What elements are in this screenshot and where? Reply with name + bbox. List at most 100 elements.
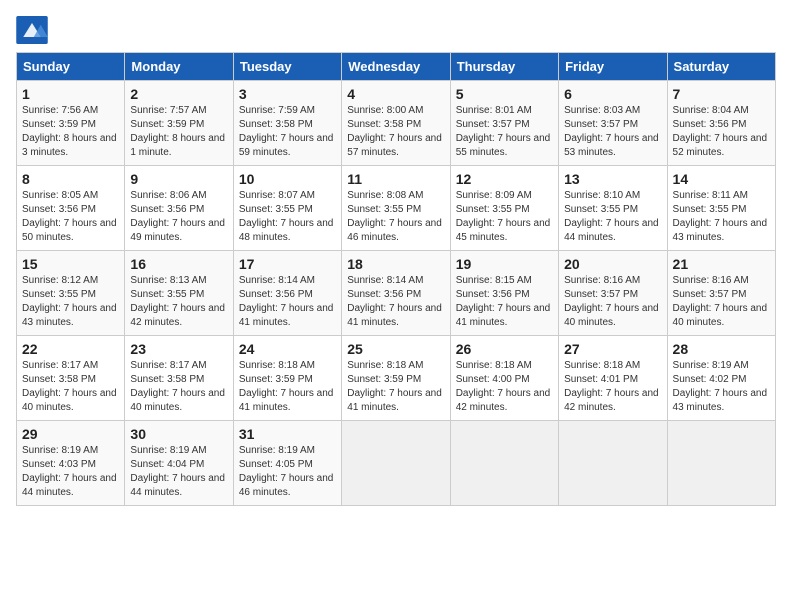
calendar-day-cell: 17 Sunrise: 8:14 AM Sunset: 3:56 PM Dayli… <box>233 251 341 336</box>
calendar-week-row: 15 Sunrise: 8:12 AM Sunset: 3:55 PM Dayli… <box>17 251 776 336</box>
calendar-header-row: SundayMondayTuesdayWednesdayThursdayFrid… <box>17 53 776 81</box>
day-number: 11 <box>347 171 444 187</box>
day-number: 8 <box>22 171 119 187</box>
day-of-week-header: Saturday <box>667 53 775 81</box>
calendar-day-cell: 14Sunrise: 8:11 AM Sunset: 3:55 PM Dayli… <box>667 166 775 251</box>
calendar-day-cell: 12 Sunrise: 8:09 AM Sunset: 3:55 PM Dayli… <box>450 166 558 251</box>
day-number: 18 <box>347 256 444 272</box>
calendar-day-cell <box>559 421 667 506</box>
calendar-day-cell: 3 Sunrise: 7:59 AM Sunset: 3:58 PM Daylig… <box>233 81 341 166</box>
calendar-day-cell: 7 Sunrise: 8:04 AM Sunset: 3:56 PM Daylig… <box>667 81 775 166</box>
calendar-day-cell: 19 Sunrise: 8:15 AM Sunset: 3:56 PM Dayli… <box>450 251 558 336</box>
day-info: Sunrise: 8:17 AM Sunset: 3:58 PM Dayligh… <box>22 359 119 415</box>
day-info: Sunrise: 8:10 AM Sunset: 3:55 PM Dayligh… <box>564 189 661 245</box>
day-info: Sunrise: 8:05 AM Sunset: 3:56 PM Dayligh… <box>22 189 119 245</box>
day-number: 26 <box>456 341 553 357</box>
calendar-day-cell: 5 Sunrise: 8:01 AM Sunset: 3:57 PM Daylig… <box>450 81 558 166</box>
page-header <box>16 16 776 44</box>
calendar-day-cell <box>342 421 450 506</box>
day-number: 10 <box>239 171 336 187</box>
day-number: 22 <box>22 341 119 357</box>
day-number: 29 <box>22 426 119 442</box>
day-info: Sunrise: 8:18 AM Sunset: 3:59 PM Dayligh… <box>347 359 444 415</box>
calendar-day-cell: 27 Sunrise: 8:18 AM Sunset: 4:01 PM Dayli… <box>559 336 667 421</box>
day-info: Sunrise: 8:06 AM Sunset: 3:56 PM Dayligh… <box>130 189 227 245</box>
day-number: 16 <box>130 256 227 272</box>
day-number: 6 <box>564 86 661 102</box>
calendar-day-cell: 13 Sunrise: 8:10 AM Sunset: 3:55 PM Dayli… <box>559 166 667 251</box>
day-of-week-header: Wednesday <box>342 53 450 81</box>
day-info: Sunrise: 8:13 AM Sunset: 3:55 PM Dayligh… <box>130 274 227 330</box>
day-info: Sunrise: 8:18 AM Sunset: 4:01 PM Dayligh… <box>564 359 661 415</box>
day-number: 3 <box>239 86 336 102</box>
day-number: 27 <box>564 341 661 357</box>
calendar-day-cell <box>667 421 775 506</box>
day-number: 5 <box>456 86 553 102</box>
calendar-day-cell: 1 Sunrise: 7:56 AM Sunset: 3:59 PM Daylig… <box>17 81 125 166</box>
day-info: Sunrise: 8:00 AM Sunset: 3:58 PM Dayligh… <box>347 104 444 160</box>
day-number: 15 <box>22 256 119 272</box>
calendar-week-row: 1 Sunrise: 7:56 AM Sunset: 3:59 PM Daylig… <box>17 81 776 166</box>
day-number: 9 <box>130 171 227 187</box>
day-of-week-header: Friday <box>559 53 667 81</box>
day-info: Sunrise: 8:19 AM Sunset: 4:02 PM Dayligh… <box>673 359 770 415</box>
calendar-body: 1 Sunrise: 7:56 AM Sunset: 3:59 PM Daylig… <box>17 81 776 506</box>
day-info: Sunrise: 8:09 AM Sunset: 3:55 PM Dayligh… <box>456 189 553 245</box>
day-info: Sunrise: 8:04 AM Sunset: 3:56 PM Dayligh… <box>673 104 770 160</box>
day-number: 1 <box>22 86 119 102</box>
day-info: Sunrise: 8:14 AM Sunset: 3:56 PM Dayligh… <box>239 274 336 330</box>
day-info: Sunrise: 8:17 AM Sunset: 3:58 PM Dayligh… <box>130 359 227 415</box>
day-info: Sunrise: 7:57 AM Sunset: 3:59 PM Dayligh… <box>130 104 227 160</box>
day-info: Sunrise: 8:11 AM Sunset: 3:55 PM Dayligh… <box>673 189 770 245</box>
day-info: Sunrise: 8:19 AM Sunset: 4:03 PM Dayligh… <box>22 444 119 500</box>
calendar-day-cell: 6 Sunrise: 8:03 AM Sunset: 3:57 PM Daylig… <box>559 81 667 166</box>
calendar-day-cell: 10Sunrise: 8:07 AM Sunset: 3:55 PM Dayli… <box>233 166 341 251</box>
day-number: 28 <box>673 341 770 357</box>
calendar-day-cell <box>450 421 558 506</box>
day-info: Sunrise: 8:18 AM Sunset: 4:00 PM Dayligh… <box>456 359 553 415</box>
day-number: 17 <box>239 256 336 272</box>
day-number: 24 <box>239 341 336 357</box>
calendar-day-cell: 25 Sunrise: 8:18 AM Sunset: 3:59 PM Dayli… <box>342 336 450 421</box>
calendar-day-cell: 15 Sunrise: 8:12 AM Sunset: 3:55 PM Dayli… <box>17 251 125 336</box>
calendar-day-cell: 29 Sunrise: 8:19 AM Sunset: 4:03 PM Dayli… <box>17 421 125 506</box>
calendar-day-cell: 18 Sunrise: 8:14 AM Sunset: 3:56 PM Dayli… <box>342 251 450 336</box>
day-number: 25 <box>347 341 444 357</box>
day-info: Sunrise: 8:16 AM Sunset: 3:57 PM Dayligh… <box>673 274 770 330</box>
day-info: Sunrise: 8:16 AM Sunset: 3:57 PM Dayligh… <box>564 274 661 330</box>
day-number: 4 <box>347 86 444 102</box>
calendar-day-cell: 31Sunrise: 8:19 AM Sunset: 4:05 PM Dayli… <box>233 421 341 506</box>
calendar-day-cell: 23Sunrise: 8:17 AM Sunset: 3:58 PM Dayli… <box>125 336 233 421</box>
calendar-day-cell: 24 Sunrise: 8:18 AM Sunset: 3:59 PM Dayli… <box>233 336 341 421</box>
logo-icon <box>16 16 48 44</box>
calendar-day-cell: 21Sunrise: 8:16 AM Sunset: 3:57 PM Dayli… <box>667 251 775 336</box>
calendar-day-cell: 2 Sunrise: 7:57 AM Sunset: 3:59 PM Daylig… <box>125 81 233 166</box>
calendar-day-cell: 20 Sunrise: 8:16 AM Sunset: 3:57 PM Dayli… <box>559 251 667 336</box>
day-number: 20 <box>564 256 661 272</box>
day-number: 12 <box>456 171 553 187</box>
day-info: Sunrise: 8:01 AM Sunset: 3:57 PM Dayligh… <box>456 104 553 160</box>
day-info: Sunrise: 7:59 AM Sunset: 3:58 PM Dayligh… <box>239 104 336 160</box>
logo <box>16 16 52 44</box>
day-info: Sunrise: 8:12 AM Sunset: 3:55 PM Dayligh… <box>22 274 119 330</box>
calendar-day-cell: 22 Sunrise: 8:17 AM Sunset: 3:58 PM Dayli… <box>17 336 125 421</box>
day-info: Sunrise: 8:15 AM Sunset: 3:56 PM Dayligh… <box>456 274 553 330</box>
calendar-day-cell: 28 Sunrise: 8:19 AM Sunset: 4:02 PM Dayli… <box>667 336 775 421</box>
day-number: 13 <box>564 171 661 187</box>
calendar-week-row: 22 Sunrise: 8:17 AM Sunset: 3:58 PM Dayli… <box>17 336 776 421</box>
day-info: Sunrise: 8:19 AM Sunset: 4:05 PM Dayligh… <box>239 444 336 500</box>
day-number: 19 <box>456 256 553 272</box>
day-info: Sunrise: 8:19 AM Sunset: 4:04 PM Dayligh… <box>130 444 227 500</box>
day-info: Sunrise: 8:03 AM Sunset: 3:57 PM Dayligh… <box>564 104 661 160</box>
day-of-week-header: Tuesday <box>233 53 341 81</box>
day-of-week-header: Sunday <box>17 53 125 81</box>
calendar-day-cell: 9 Sunrise: 8:06 AM Sunset: 3:56 PM Daylig… <box>125 166 233 251</box>
day-number: 7 <box>673 86 770 102</box>
calendar-week-row: 8 Sunrise: 8:05 AM Sunset: 3:56 PM Daylig… <box>17 166 776 251</box>
day-info: Sunrise: 7:56 AM Sunset: 3:59 PM Dayligh… <box>22 104 119 160</box>
day-info: Sunrise: 8:18 AM Sunset: 3:59 PM Dayligh… <box>239 359 336 415</box>
calendar-day-cell: 26 Sunrise: 8:18 AM Sunset: 4:00 PM Dayli… <box>450 336 558 421</box>
calendar-table: SundayMondayTuesdayWednesdayThursdayFrid… <box>16 52 776 506</box>
day-info: Sunrise: 8:14 AM Sunset: 3:56 PM Dayligh… <box>347 274 444 330</box>
day-number: 2 <box>130 86 227 102</box>
